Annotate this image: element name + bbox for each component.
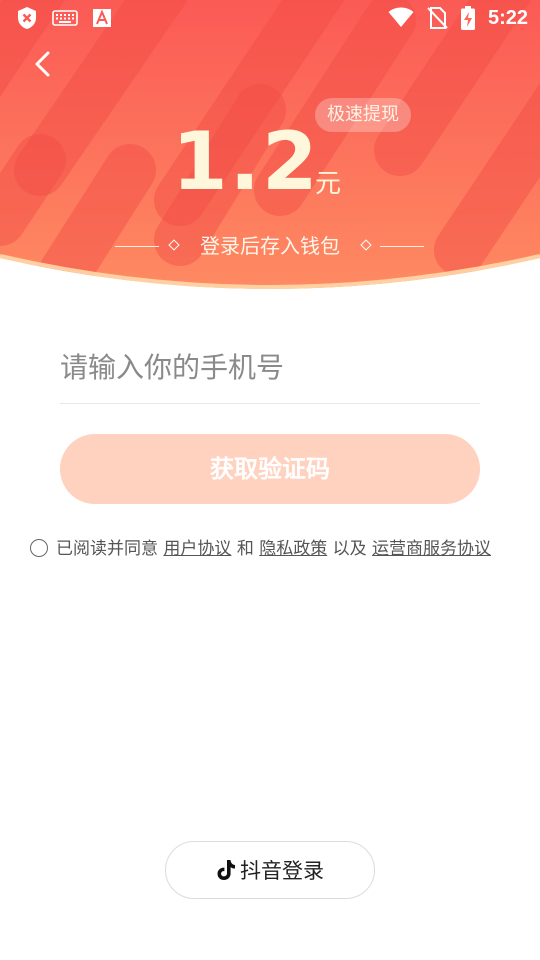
phone-input[interactable] bbox=[60, 336, 480, 398]
shield-x-icon bbox=[18, 7, 36, 29]
no-sim-icon bbox=[427, 7, 448, 29]
privacy-policy-link[interactable]: 隐私政策 bbox=[259, 539, 327, 559]
agreement-also: 以及 bbox=[332, 539, 367, 559]
font-a-icon bbox=[93, 9, 111, 27]
douyin-login-button[interactable]: 抖音登录 bbox=[165, 841, 375, 899]
status-time: 5:22 bbox=[487, 6, 528, 29]
agreement-and: 和 bbox=[236, 539, 254, 559]
phone-field bbox=[60, 336, 480, 404]
wifi-icon bbox=[388, 7, 414, 27]
wallet-subtitle: 登录后存入钱包 bbox=[200, 234, 340, 258]
battery-charging-icon bbox=[460, 6, 475, 30]
divider-right bbox=[380, 246, 424, 247]
status-bar: 5:22 bbox=[0, 0, 540, 36]
keyboard-icon bbox=[52, 10, 78, 26]
user-agreement-link[interactable]: 用户协议 bbox=[163, 539, 231, 559]
douyin-login-label: 抖音登录 bbox=[240, 859, 324, 883]
get-code-button[interactable]: 获取验证码 bbox=[60, 434, 480, 504]
back-button[interactable] bbox=[26, 46, 62, 82]
fast-withdraw-badge: 极速提现 bbox=[315, 98, 411, 132]
douyin-icon bbox=[217, 860, 235, 880]
carrier-agreement-link[interactable]: 运营商服务协议 bbox=[372, 539, 491, 559]
agree-checkbox[interactable] bbox=[30, 539, 48, 557]
reward-unit: 元 bbox=[315, 169, 342, 199]
chevron-left-icon bbox=[35, 51, 50, 77]
agreement-prefix: 已阅读并同意 bbox=[56, 539, 158, 559]
agreement-row: 已阅读并同意 用户协议 和 隐私政策 以及 运营商服务协议 bbox=[30, 536, 530, 562]
reward-amount: 1.2 bbox=[172, 115, 320, 208]
wallet-subtitle-row: 登录后存入钱包 bbox=[0, 232, 540, 260]
